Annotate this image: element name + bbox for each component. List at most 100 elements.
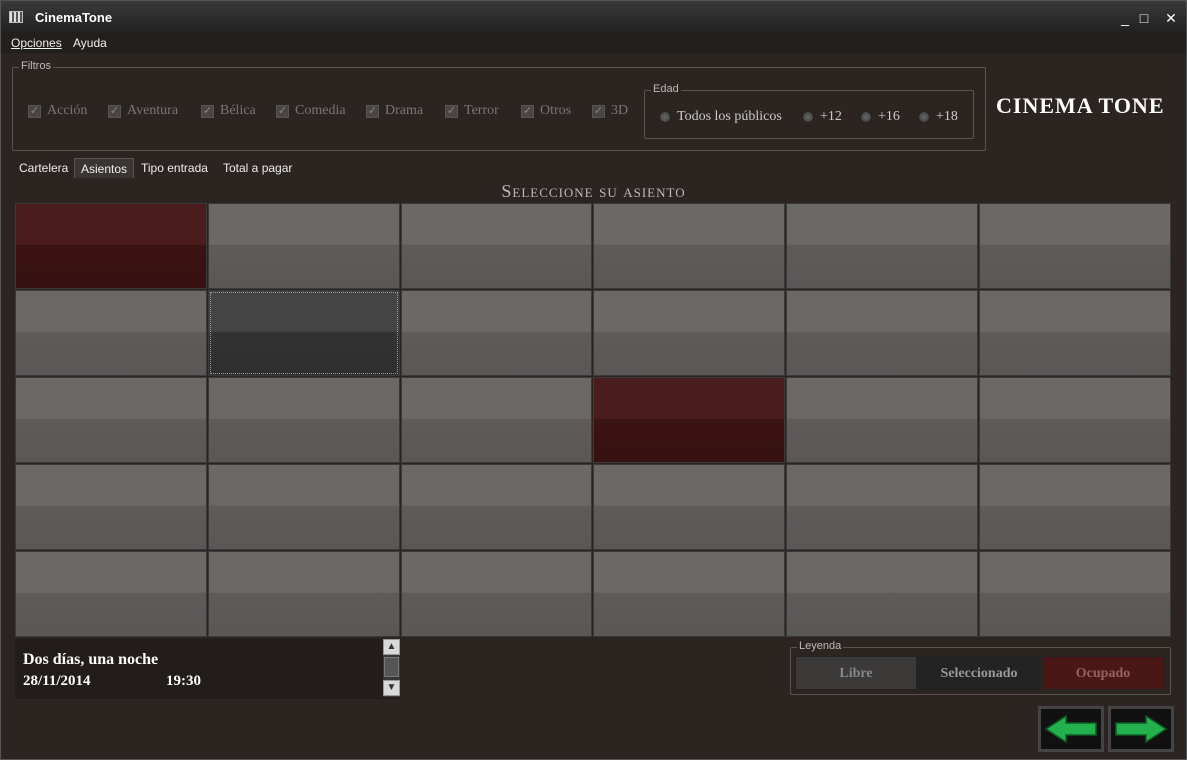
seat-r3-c3[interactable] — [400, 377, 593, 463]
filter-terror[interactable]: ✓ Terror — [445, 103, 499, 119]
seat-r3-c2[interactable] — [207, 377, 400, 463]
filter-label: Drama — [385, 103, 424, 118]
back-button[interactable] — [1038, 706, 1104, 752]
seat-r1-c4[interactable] — [593, 203, 786, 289]
filter-drama[interactable]: ✓ Drama — [366, 103, 423, 119]
filter-aventura[interactable]: ✓ Aventura — [108, 103, 178, 119]
checkbox-icon: ✓ — [108, 104, 121, 118]
legend-title: Leyenda — [797, 640, 844, 652]
tab-total-a-pagar[interactable]: Total a pagar — [217, 158, 298, 178]
age-todos-radio[interactable]: Todos los públicos — [659, 109, 782, 125]
legend-group: Leyenda Libre Seleccionado Ocupado — [790, 640, 1171, 695]
age-12-radio[interactable]: +12 — [802, 109, 842, 125]
radio-icon — [659, 111, 671, 123]
radio-label: Todos los públicos — [677, 109, 782, 124]
brand-logo: CINEMA TONE — [996, 93, 1165, 118]
seat-r3-c6[interactable] — [979, 377, 1171, 463]
seat-r2-c3[interactable] — [400, 290, 593, 376]
filter-label: Terror — [464, 103, 499, 118]
filters-group-title: Filtros — [19, 60, 53, 72]
info-scrollbar[interactable]: ▲ ▼ — [383, 639, 400, 697]
filter-label: Bélica — [220, 103, 256, 118]
checkbox-icon: ✓ — [445, 104, 458, 118]
filter-3d[interactable]: ✓ 3D — [592, 103, 628, 119]
minimize-button[interactable]: _ — [1116, 9, 1134, 27]
movie-title: Dos días, una noche — [23, 651, 159, 668]
seat-r2-c1[interactable] — [15, 290, 207, 376]
window-title: CinemaTone — [35, 10, 113, 25]
session-date: 28/11/2014 — [23, 673, 91, 689]
filter-label: Aventura — [127, 103, 179, 118]
checkbox-icon: ✓ — [592, 104, 605, 118]
seat-r1-c5[interactable] — [786, 203, 979, 289]
seat-grid — [15, 203, 1171, 637]
seat-r1-c6[interactable] — [979, 203, 1171, 289]
age-18-radio[interactable]: +18 — [918, 109, 958, 125]
scroll-down-icon[interactable]: ▼ — [383, 680, 400, 696]
tab-tipo-entrada[interactable]: Tipo entrada — [135, 158, 214, 178]
seat-r4-c4[interactable] — [593, 464, 786, 550]
radio-label: +18 — [936, 109, 958, 124]
checkbox-icon: ✓ — [28, 104, 41, 118]
close-button[interactable]: ✕ — [1162, 9, 1180, 27]
seat-r4-c3[interactable] — [400, 464, 593, 550]
next-button[interactable] — [1108, 706, 1174, 752]
session-time: 19:30 — [166, 673, 201, 689]
legend-libre: Libre — [795, 656, 917, 690]
legend-ocupado: Ocupado — [1042, 656, 1164, 690]
radio-icon — [802, 111, 814, 123]
filter-label: Otros — [540, 103, 572, 118]
seat-r5-c2[interactable] — [207, 551, 400, 637]
seat-r5-c4[interactable] — [593, 551, 786, 637]
radio-icon — [860, 111, 872, 123]
menu-ayuda[interactable]: Ayuda — [73, 36, 107, 50]
legend-seleccionado: Seleccionado — [918, 656, 1040, 690]
filter-accion[interactable]: ✓ Acción — [28, 103, 87, 119]
seat-r3-c1[interactable] — [15, 377, 207, 463]
arrow-right-icon — [1115, 714, 1168, 744]
radio-icon — [918, 111, 930, 123]
seat-r5-c1[interactable] — [15, 551, 207, 637]
seat-r1-c1[interactable] — [15, 203, 207, 289]
age-group-title: Edad — [651, 83, 681, 95]
filter-belica[interactable]: ✓ Bélica — [201, 103, 256, 119]
checkbox-icon: ✓ — [201, 104, 214, 118]
filter-comedia[interactable]: ✓ Comedia — [276, 103, 346, 119]
clapperboard-icon — [9, 11, 23, 23]
checkbox-icon: ✓ — [366, 104, 379, 118]
title-bar: CinemaTone _ □ ✕ — [1, 1, 1186, 35]
seat-heading: Seleccione su asiento — [501, 181, 686, 201]
seat-r4-c1[interactable] — [15, 464, 207, 550]
seat-r3-c5[interactable] — [786, 377, 979, 463]
seat-r5-c5[interactable] — [786, 551, 979, 637]
filter-label: Acción — [47, 103, 88, 118]
seat-r1-c3[interactable] — [400, 203, 593, 289]
seat-r2-c5[interactable] — [786, 290, 979, 376]
radio-label: +16 — [878, 109, 900, 124]
tab-cartelera[interactable]: Cartelera — [13, 158, 74, 178]
arrow-left-icon — [1044, 714, 1097, 744]
seat-r2-c2[interactable] — [207, 290, 400, 376]
seat-r2-c6[interactable] — [979, 290, 1171, 376]
seat-r5-c6[interactable] — [979, 551, 1171, 637]
seat-r5-c3[interactable] — [400, 551, 593, 637]
seat-r2-c4[interactable] — [593, 290, 786, 376]
maximize-button[interactable]: □ — [1135, 9, 1153, 27]
seat-r4-c2[interactable] — [207, 464, 400, 550]
seat-r4-c6[interactable] — [979, 464, 1171, 550]
tab-asientos[interactable]: Asientos — [74, 158, 135, 178]
checkbox-icon: ✓ — [521, 104, 534, 118]
seat-r3-c4[interactable] — [593, 377, 786, 463]
app-window: CinemaTone _ □ ✕ Opciones Ayuda Filtros … — [0, 0, 1187, 760]
filter-otros[interactable]: ✓ Otros — [521, 103, 571, 119]
seat-r1-c2[interactable] — [207, 203, 400, 289]
menu-bar: Opciones Ayuda — [1, 35, 1186, 53]
scroll-up-icon[interactable]: ▲ — [383, 639, 400, 655]
scroll-thumb[interactable] — [384, 657, 399, 677]
seat-r4-c5[interactable] — [786, 464, 979, 550]
filter-label: 3D — [611, 103, 629, 118]
age-16-radio[interactable]: +16 — [860, 109, 900, 125]
radio-label: +12 — [820, 109, 842, 124]
session-info: Dos días, una noche 28/11/2014 19:30 ▲ ▼ — [15, 639, 400, 699]
menu-opciones[interactable]: Opciones — [11, 36, 62, 50]
